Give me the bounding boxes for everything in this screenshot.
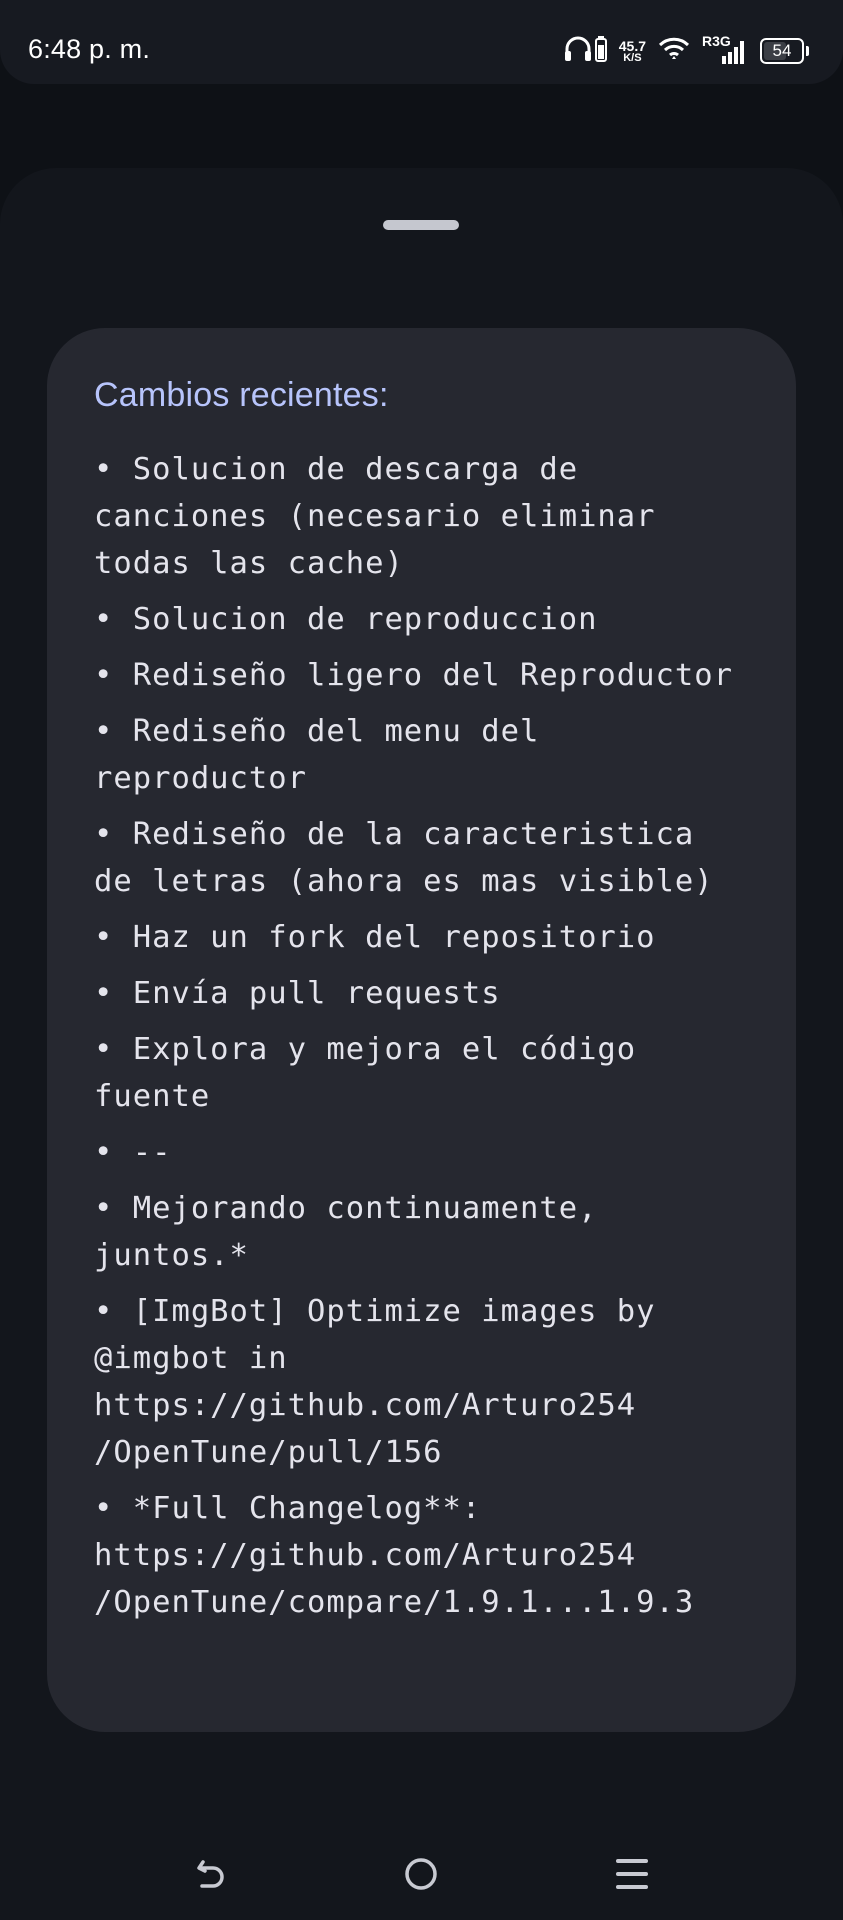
status-time: 6:48 p. m. — [28, 34, 151, 64]
bottom-sheet: Cambios recientes: • Solucion de descarg… — [0, 168, 843, 1920]
changelog-item: • Rediseño del menu del reproductor — [94, 714, 559, 796]
network-speed-unit: K/S — [623, 51, 642, 64]
signal-icon: R3G — [702, 33, 748, 66]
changelog-item: • [ImgBot] Optimize images by @imgbot in… — [94, 1294, 656, 1470]
headphones-icon — [563, 34, 593, 69]
navigation-bar — [0, 1838, 843, 1914]
changelog-item: • -- — [94, 1135, 172, 1170]
status-bar: 6:48 p. m. 45.7 K/S R3G 54 — [0, 0, 843, 84]
changelog-title: Cambios recientes: — [94, 376, 389, 414]
changelog-item: • Haz un fork del repositorio — [94, 920, 656, 955]
changelog-list: • Solucion de descarga de canciones (nec… — [94, 446, 750, 1626]
changelog-item: • *Full Changelog**: https://github.com/… — [94, 1491, 695, 1620]
battery-tip — [806, 46, 809, 56]
changelog-item: • Rediseño ligero del Reproductor — [94, 658, 733, 693]
changelog-item: • Explora y mejora el código fuente — [94, 1032, 656, 1114]
battery-level: 54 — [772, 41, 792, 60]
changelog-item: • Rediseño de la caracteristica de letra… — [94, 817, 714, 899]
menu-icon — [612, 1854, 652, 1899]
changelog-item: • Solucion de reproduccion — [94, 602, 598, 637]
home-button[interactable] — [383, 1838, 459, 1914]
changelog-item: • Envía pull requests — [94, 976, 501, 1011]
recents-button[interactable] — [594, 1838, 670, 1914]
network-speed-value: 45.7 — [618, 37, 646, 54]
home-icon — [401, 1854, 441, 1899]
changelog-item: • Mejorando continuamente, juntos.* — [94, 1191, 617, 1273]
back-button[interactable] — [173, 1838, 249, 1914]
status-icons: 45.7 K/S R3G 54 — [563, 33, 809, 69]
battery-icon: 54 — [760, 38, 804, 64]
drag-handle[interactable] — [383, 220, 459, 230]
back-icon — [191, 1854, 231, 1899]
changelog-card: Cambios recientes: • Solucion de descarg… — [47, 328, 796, 1732]
wifi-icon — [658, 36, 690, 67]
changelog-item: • Solucion de descarga de canciones (nec… — [94, 452, 675, 581]
network-speed: 45.7 K/S — [619, 39, 646, 64]
battery-small-icon — [594, 35, 607, 67]
